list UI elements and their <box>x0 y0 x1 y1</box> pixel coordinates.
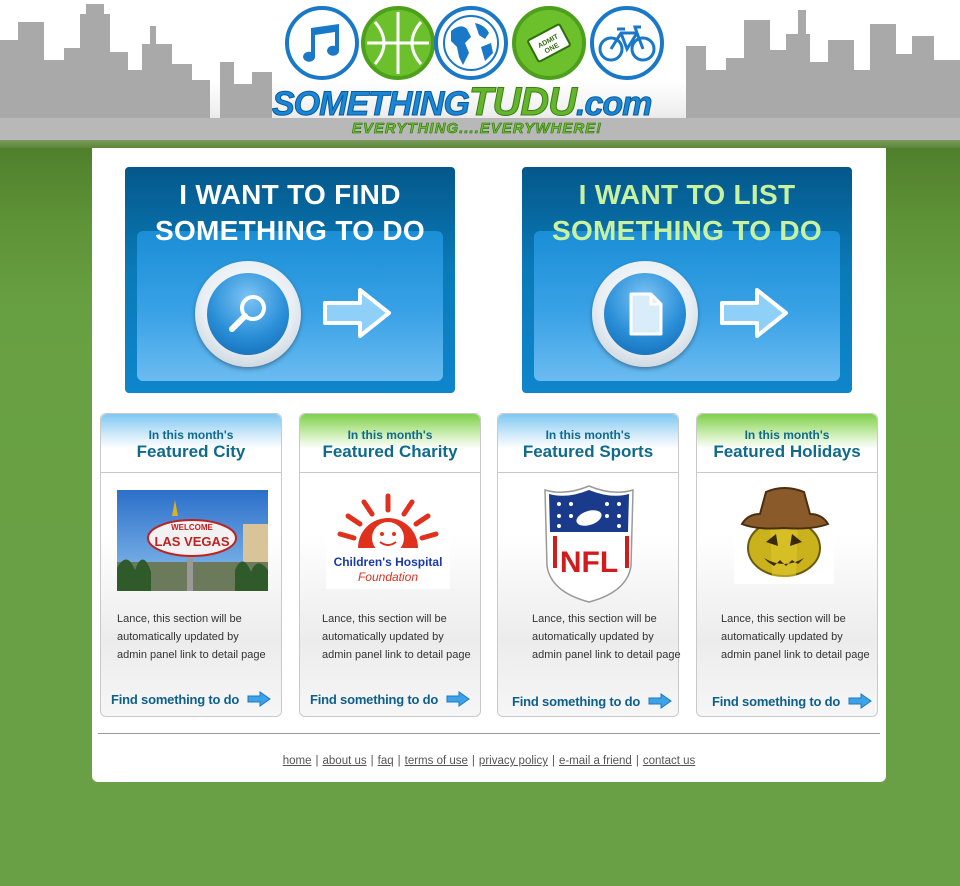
footer-link-privacy[interactable]: privacy policy <box>479 755 548 767</box>
logo-text-com: .com <box>575 85 652 124</box>
globe-icon <box>434 6 508 80</box>
find-title-line2: SOMETHING TO DO <box>155 215 425 246</box>
find-something-link[interactable]: Find something to do <box>512 693 673 709</box>
find-title-line1: I WANT TO FIND <box>179 179 401 210</box>
find-something-link[interactable]: Find something to do <box>111 691 272 707</box>
footer-separator: | <box>315 755 319 767</box>
footer-separator: | <box>397 755 401 767</box>
featured-charity-card: In this month's Featured Charity Childre… <box>299 413 481 717</box>
svg-text:WELCOME: WELCOME <box>171 523 213 532</box>
card-title: Featured Charity <box>322 442 458 461</box>
right-arrow-icon <box>446 691 471 707</box>
charity-logo-text: Children's Hospital <box>334 555 443 569</box>
main-panel: I WANT TO FIND SOMETHING TO DO I WANT TO… <box>92 148 886 782</box>
jack-o-lantern-image[interactable] <box>734 484 834 584</box>
card-subtitle: In this month's <box>148 428 234 442</box>
site-header: ADMIT ONE SOMETHING TUDU .com EVERYTHING… <box>0 0 960 148</box>
footer-link-about[interactable]: about us <box>323 755 367 767</box>
footer-link-email-friend[interactable]: e-mail a friend <box>559 755 632 767</box>
find-link-text: Find something to do <box>310 691 439 707</box>
list-panel-title: I WANT TO LIST SOMETHING TO DO <box>522 177 852 249</box>
right-arrow-icon <box>247 691 272 707</box>
las-vegas-sign-text: LAS VEGAS <box>154 534 229 549</box>
ticket-icon: ADMIT ONE <box>512 6 586 80</box>
nfl-logo[interactable]: NFL <box>541 484 637 606</box>
footer-separator: | <box>471 755 475 767</box>
find-something-panel[interactable]: I WANT TO FIND SOMETHING TO DO <box>125 167 455 393</box>
document-icon <box>604 273 686 355</box>
magnifier-icon <box>207 273 289 355</box>
featured-sports-card: In this month's Featured Sports NFL Lanc… <box>497 413 681 717</box>
card-header: In this month's Featured Sports <box>498 414 678 473</box>
logo-text-something: SOMETHING <box>272 85 471 124</box>
card-title: Featured City <box>136 442 246 461</box>
card-description: Lance, this section will be automaticall… <box>532 613 681 661</box>
las-vegas-photo[interactable]: WELCOME LAS VEGAS <box>117 490 268 591</box>
footer-link-faq[interactable]: faq <box>378 755 394 767</box>
find-panel-title: I WANT TO FIND SOMETHING TO DO <box>125 177 455 249</box>
site-logo[interactable]: SOMETHING TUDU .com <box>272 80 688 125</box>
footer-links: home | about us | faq | terms of use | privacy p… <box>92 755 886 767</box>
nfl-logo-text: NFL <box>560 546 618 579</box>
site-tagline: EVERYTHING....EVERYWHERE! <box>351 120 603 138</box>
card-subtitle: In this month's <box>744 428 830 442</box>
music-icon <box>285 6 359 80</box>
footer-separator: | <box>370 755 374 767</box>
magnifier-button[interactable] <box>195 261 301 367</box>
logo-text-tudu: TUDU <box>468 80 577 125</box>
find-something-link[interactable]: Find something to do <box>310 691 471 707</box>
footer-divider <box>98 733 880 734</box>
right-arrow-icon <box>848 693 873 709</box>
card-title: Featured Holidays <box>713 442 861 461</box>
footer-separator: | <box>551 755 555 767</box>
card-header: In this month's Featured Charity <box>300 414 480 473</box>
footer-separator: | <box>635 755 639 767</box>
document-button[interactable] <box>592 261 698 367</box>
card-description: Lance, this section will be automaticall… <box>721 613 870 661</box>
featured-city-card: In this month's Featured City WELCOME LA… <box>100 413 282 717</box>
find-something-link[interactable]: Find something to do <box>712 693 873 709</box>
card-description: Lance, this section will be automaticall… <box>322 613 471 661</box>
list-title-line2: SOMETHING TO DO <box>552 215 822 246</box>
childrens-hospital-logo[interactable]: Children's Hospital Foundation <box>326 490 450 589</box>
card-header: In this month's Featured City <box>101 414 281 473</box>
footer-link-contact[interactable]: contact us <box>643 755 695 767</box>
card-title: Featured Sports <box>522 442 654 461</box>
list-title-line1: I WANT TO LIST <box>578 179 796 210</box>
card-description: Lance, this section will be automaticall… <box>117 613 266 661</box>
basketball-icon <box>361 6 435 80</box>
right-arrow-icon[interactable] <box>719 287 789 339</box>
footer-link-home[interactable]: home <box>283 755 312 767</box>
featured-holidays-card: In this month's Featured Holidays Lance,… <box>696 413 878 717</box>
find-link-text: Find something to do <box>712 693 841 709</box>
card-subtitle: In this month's <box>347 428 433 442</box>
list-something-panel[interactable]: I WANT TO LIST SOMETHING TO DO <box>522 167 852 393</box>
bicycle-icon <box>590 6 664 80</box>
right-arrow-icon[interactable] <box>322 287 392 339</box>
find-link-text: Find something to do <box>512 693 641 709</box>
right-arrow-icon <box>648 693 673 709</box>
find-link-text: Find something to do <box>111 691 240 707</box>
footer-link-terms[interactable]: terms of use <box>405 755 468 767</box>
card-header: In this month's Featured Holidays <box>697 414 877 473</box>
charity-logo-subtext: Foundation <box>358 570 418 584</box>
card-subtitle: In this month's <box>545 428 631 442</box>
